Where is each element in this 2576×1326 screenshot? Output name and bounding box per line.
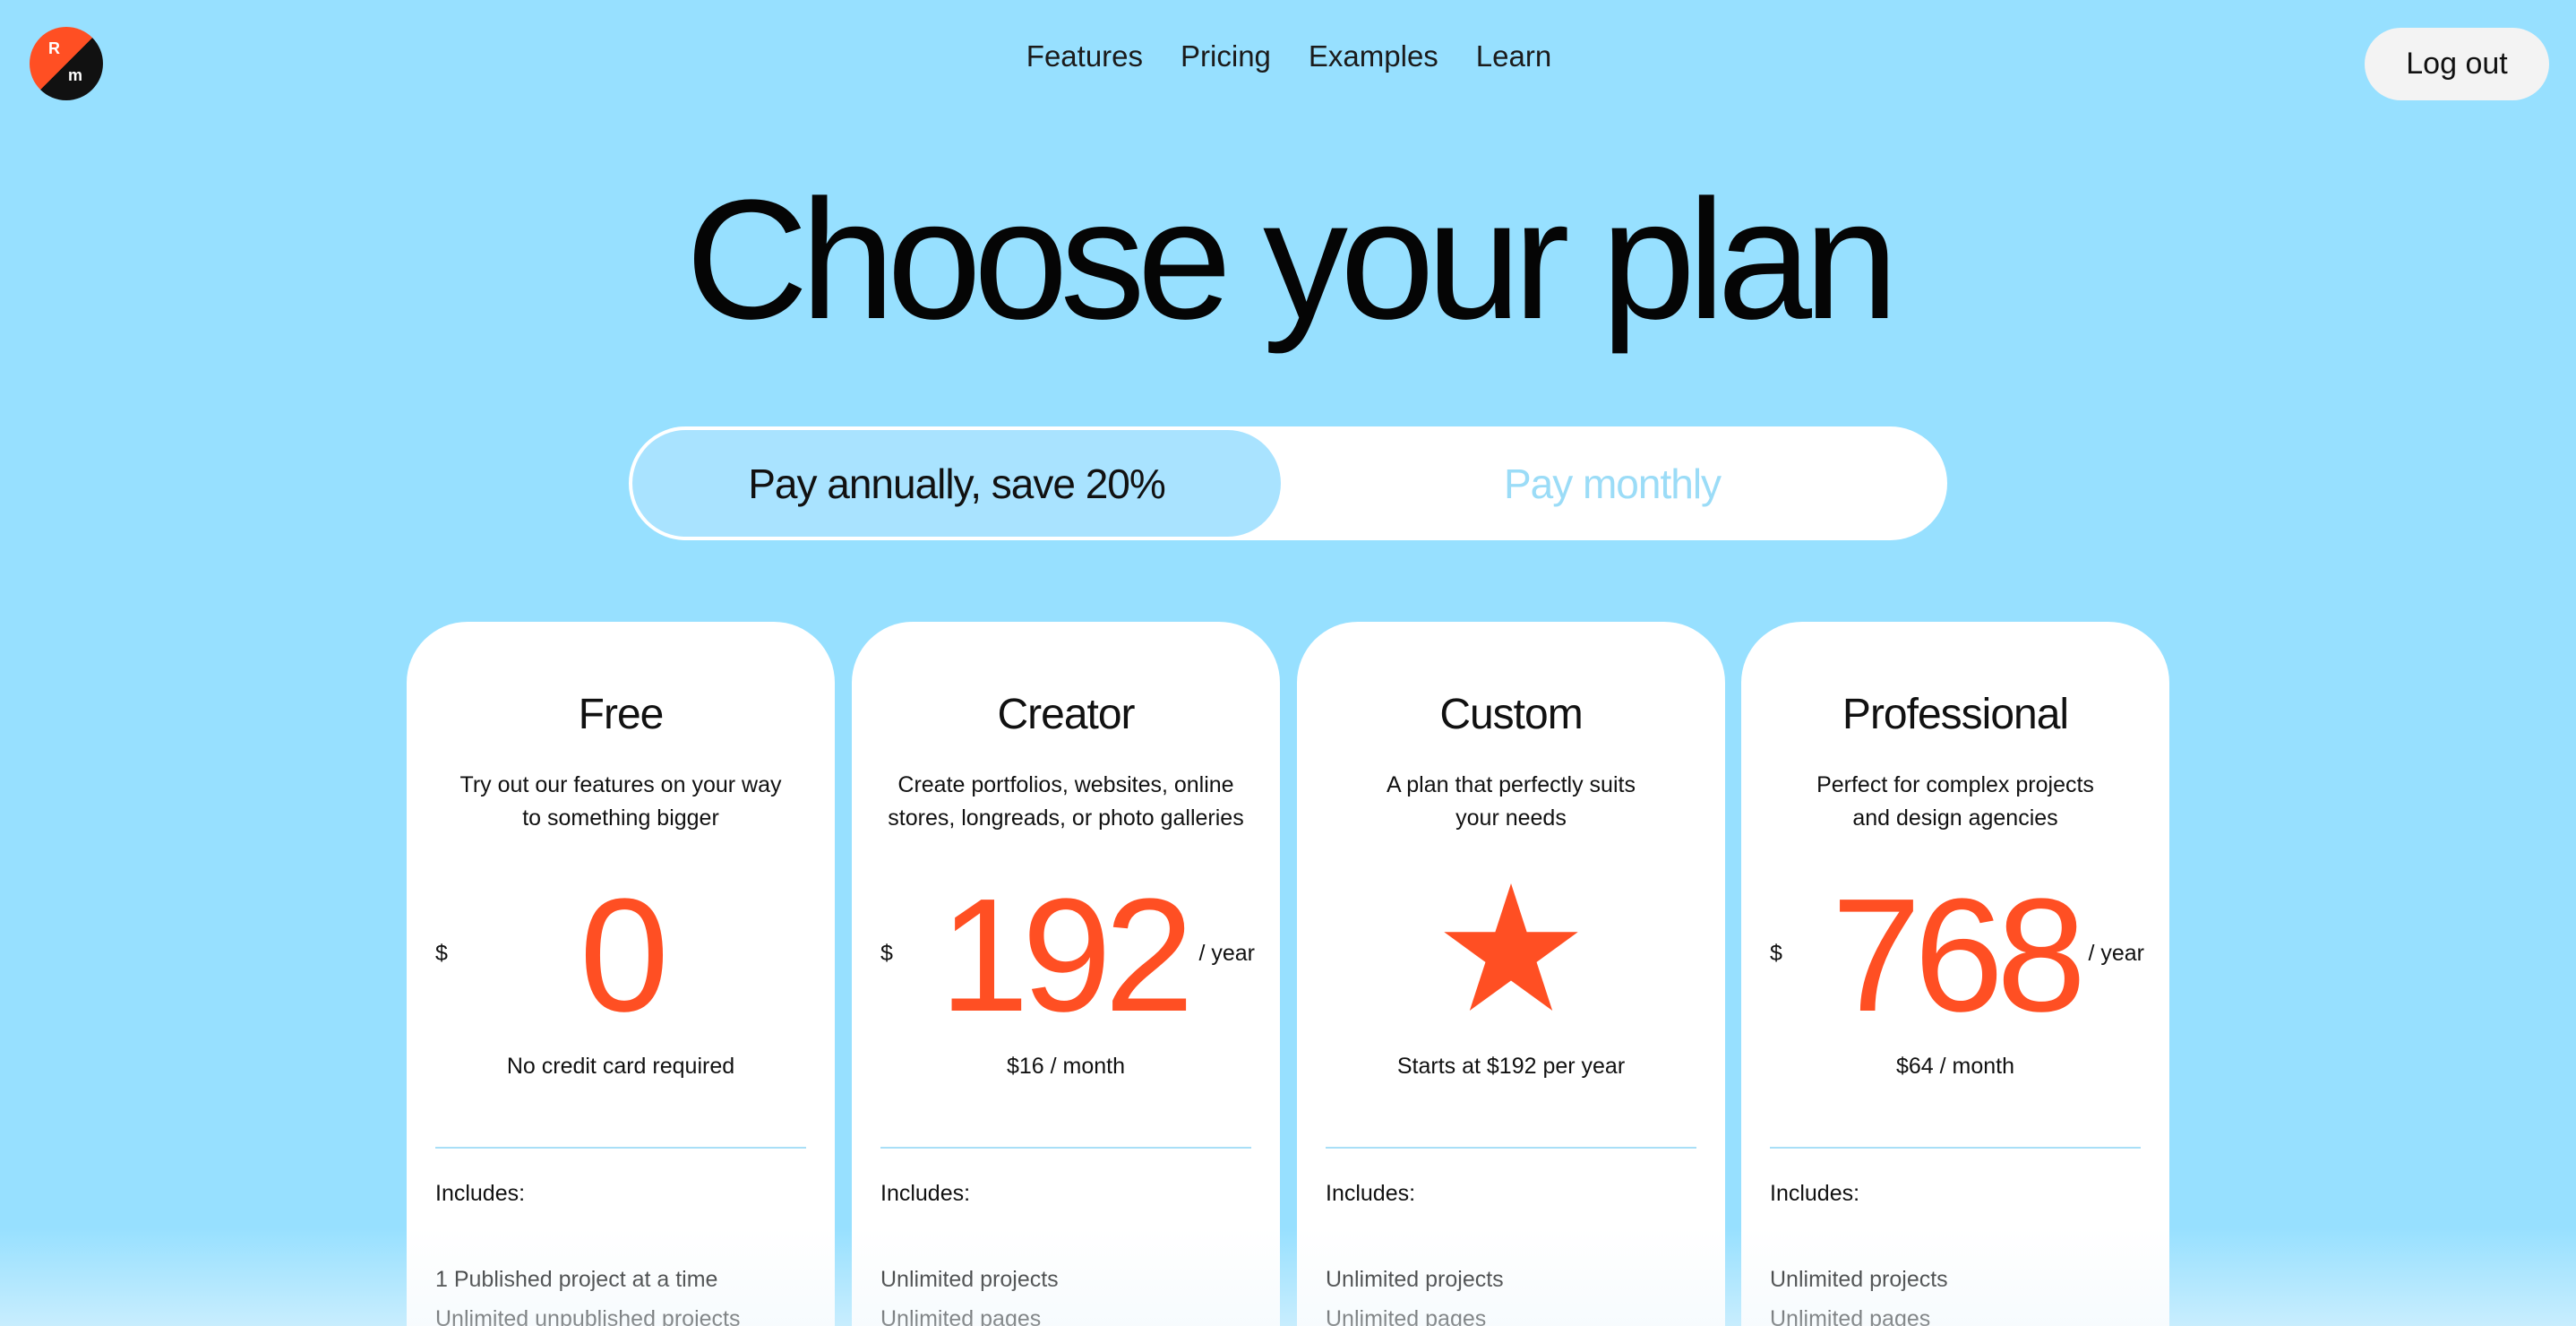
divider (1326, 1147, 1696, 1149)
plan-price-note: $64 / month (1895, 1054, 2015, 1079)
plan-name: Creator (997, 691, 1135, 738)
plan-cards: Free Try out our features on your way to… (407, 622, 2169, 1326)
divider (1770, 1147, 2141, 1149)
price-period: / year (2088, 941, 2144, 966)
plan-price-note: $16 / month (1006, 1054, 1126, 1079)
feature-item: Unlimited pages (1770, 1306, 1931, 1326)
plan-description: Create portfolios, websites, online stor… (888, 772, 1244, 831)
pay-annually-option[interactable]: Pay annually, save 20% (632, 430, 1281, 537)
feature-item: 1 Published project at a time (435, 1267, 718, 1292)
plan-description: A plan that perfectly suits your needs (1387, 772, 1636, 831)
plan-name: Custom (1439, 691, 1583, 738)
includes-label: Includes: (1770, 1181, 1860, 1206)
nav-learn[interactable]: Learn (1476, 39, 1551, 73)
page-title: Choose your plan (685, 165, 1898, 355)
divider (435, 1147, 806, 1149)
nav-examples[interactable]: Examples (1309, 39, 1438, 73)
plan-name: Professional (1842, 691, 2069, 738)
price-period: / year (1198, 941, 1255, 966)
main-nav: Features Pricing Examples Learn (0, 39, 2576, 73)
feature-item: Unlimited pages (1326, 1306, 1487, 1326)
feature-item: Unlimited unpublished projects (435, 1306, 741, 1326)
plan-card-free[interactable]: Free Try out our features on your way to… (407, 622, 835, 1326)
feature-item: Unlimited projects (1326, 1267, 1504, 1292)
plan-name: Free (578, 691, 665, 738)
feature-item: Unlimited pages (880, 1306, 1042, 1326)
star-icon (1297, 883, 1725, 1011)
divider (880, 1147, 1251, 1149)
includes-label: Includes: (435, 1181, 526, 1206)
plan-price: 0 (579, 865, 669, 1046)
plan-price-note: No credit card required (506, 1054, 735, 1079)
nav-pricing[interactable]: Pricing (1181, 39, 1271, 73)
includes-label: Includes: (1326, 1181, 1416, 1206)
includes-label: Includes: (880, 1181, 971, 1206)
feature-item: Unlimited projects (1770, 1267, 1948, 1292)
plan-description: Perfect for complex projects and design … (1816, 772, 2094, 831)
plan-description: Try out our features on your way to some… (459, 772, 782, 831)
plan-price-note: Starts at $192 per year (1396, 1054, 1626, 1079)
feature-item: Unlimited projects (880, 1267, 1059, 1292)
pay-monthly-option[interactable]: Pay monthly (1281, 430, 1944, 537)
plan-card-creator[interactable]: Creator Create portfolios, websites, onl… (852, 622, 1280, 1326)
billing-toggle: Pay annually, save 20% Pay monthly (629, 426, 1947, 540)
nav-features[interactable]: Features (1026, 39, 1143, 73)
plan-card-professional[interactable]: Professional Perfect for complex project… (1741, 622, 2169, 1326)
logout-button[interactable]: Log out (2365, 28, 2549, 100)
plan-card-custom[interactable]: Custom A plan that perfectly suits your … (1297, 622, 1725, 1326)
